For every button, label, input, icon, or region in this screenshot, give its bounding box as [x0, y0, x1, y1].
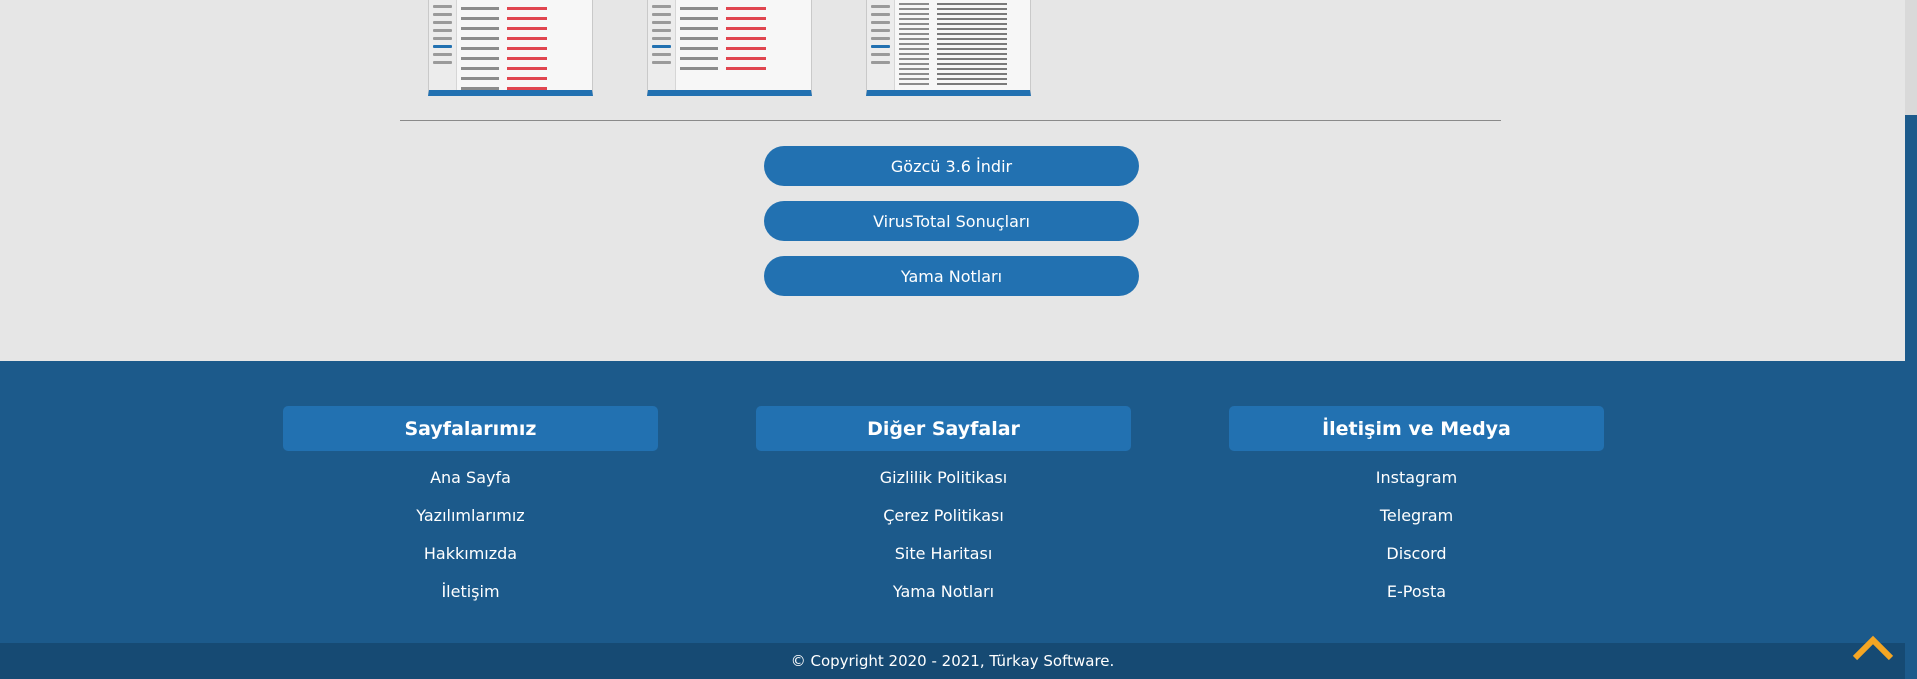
chevron-up-icon: [1852, 635, 1894, 661]
footer-link-discord[interactable]: Discord: [1229, 535, 1604, 573]
footer-link-cookie-policy[interactable]: Çerez Politikası: [756, 497, 1131, 535]
footer-column-title: Diğer Sayfalar: [756, 406, 1131, 451]
footer-link-patch-notes[interactable]: Yama Notları: [756, 573, 1131, 611]
footer-link-email[interactable]: E-Posta: [1229, 573, 1604, 611]
screenshot-thumbnail-2[interactable]: [647, 0, 812, 96]
footer-column-title: İletişim ve Medya: [1229, 406, 1604, 451]
footer-column-pages: Sayfalarımız Ana Sayfa Yazılımlarımız Ha…: [283, 406, 658, 611]
section-divider: [400, 120, 1501, 121]
footer-link-sitemap[interactable]: Site Haritası: [756, 535, 1131, 573]
footer-column-title: Sayfalarımız: [283, 406, 658, 451]
patch-notes-button[interactable]: Yama Notları: [764, 256, 1139, 296]
thumbnail-sidebar: [429, 0, 457, 90]
site-footer: Sayfalarımız Ana Sayfa Yazılımlarımız Ha…: [0, 361, 1905, 679]
thumbnail-sidebar: [648, 0, 676, 90]
footer-link-about[interactable]: Hakkımızda: [283, 535, 658, 573]
footer-column-other-pages: Diğer Sayfalar Gizlilik Politikası Çerez…: [756, 406, 1131, 611]
scrollbar-thumb[interactable]: [1905, 115, 1917, 679]
footer-link-privacy-policy[interactable]: Gizlilik Politikası: [756, 459, 1131, 497]
screenshot-thumbnail-3[interactable]: [866, 0, 1031, 96]
thumbnail-rows: [899, 0, 1026, 85]
download-actions: Gözcü 3.6 İndir VirusTotal Sonuçları Yam…: [764, 146, 1139, 296]
copyright-bar: © Copyright 2020 - 2021, Türkay Software…: [0, 643, 1905, 679]
footer-column-contact-media: İletişim ve Medya Instagram Telegram Dis…: [1229, 406, 1604, 611]
thumbnail-rows: [680, 0, 807, 70]
footer-link-contact[interactable]: İletişim: [283, 573, 658, 611]
footer-link-software[interactable]: Yazılımlarımız: [283, 497, 658, 535]
virustotal-results-button[interactable]: VirusTotal Sonuçları: [764, 201, 1139, 241]
copyright-text: © Copyright 2020 - 2021, Türkay Software…: [790, 652, 1115, 670]
screenshot-thumbnail-1[interactable]: [428, 0, 593, 96]
thumbnail-rows: [461, 0, 588, 90]
page: Gözcü 3.6 İndir VirusTotal Sonuçları Yam…: [0, 0, 1917, 679]
footer-link-home[interactable]: Ana Sayfa: [283, 459, 658, 497]
footer-link-telegram[interactable]: Telegram: [1229, 497, 1604, 535]
footer-link-instagram[interactable]: Instagram: [1229, 459, 1604, 497]
back-to-top-button[interactable]: [1851, 630, 1895, 662]
page-scrollbar[interactable]: [1905, 0, 1917, 679]
thumbnail-sidebar: [867, 0, 895, 90]
download-button[interactable]: Gözcü 3.6 İndir: [764, 146, 1139, 186]
screenshot-gallery: [0, 0, 1905, 98]
